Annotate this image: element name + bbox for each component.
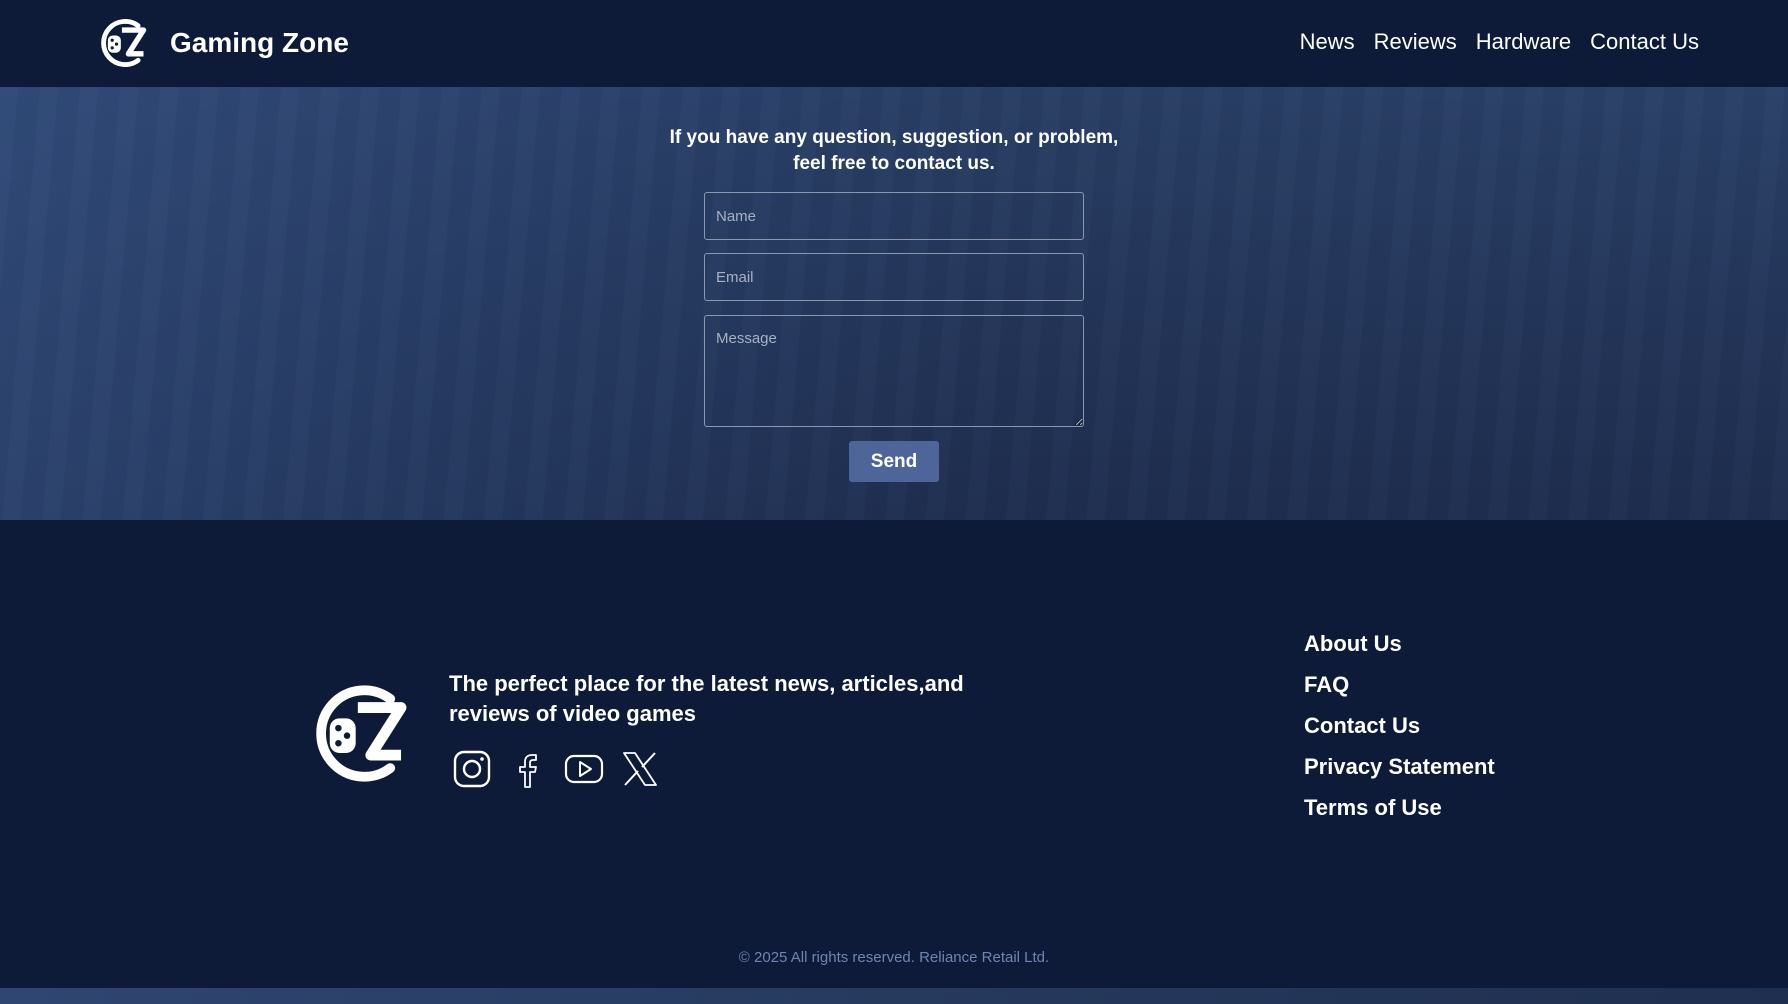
- contact-section: If you have any question, suggestion, or…: [0, 87, 1788, 520]
- email-input[interactable]: [704, 253, 1084, 301]
- footer-link-about-us[interactable]: About Us: [1304, 630, 1495, 658]
- brand-name: Gaming Zone: [170, 27, 349, 58]
- tagline-line-2: reviews of video games: [449, 701, 696, 726]
- site-header: Gaming Zone News Reviews Hardware Contac…: [0, 0, 1788, 87]
- facebook-icon: [519, 754, 537, 788]
- message-textarea[interactable]: [704, 315, 1084, 427]
- brand[interactable]: Gaming Zone: [96, 16, 349, 70]
- gz-gamepad-logo-icon: [316, 685, 407, 782]
- footer-link-privacy-statement[interactable]: Privacy Statement: [1304, 753, 1495, 781]
- nav-hardware[interactable]: Hardware: [1476, 29, 1571, 55]
- facebook-link[interactable]: [508, 749, 548, 789]
- contact-intro: If you have any question, suggestion, or…: [0, 125, 1788, 177]
- social-links: [452, 749, 660, 789]
- nav-news[interactable]: News: [1300, 29, 1355, 55]
- send-button[interactable]: Send: [849, 441, 939, 482]
- nav-reviews[interactable]: Reviews: [1374, 29, 1457, 55]
- footer-link-contact-us[interactable]: Contact Us: [1304, 712, 1495, 740]
- nav-contact-us[interactable]: Contact Us: [1590, 29, 1699, 55]
- youtube-icon: [564, 754, 604, 784]
- footer-tagline: The perfect place for the latest news, a…: [449, 669, 1009, 729]
- youtube-link[interactable]: [564, 749, 604, 789]
- site-footer: The perfect place for the latest news, a…: [0, 520, 1788, 988]
- name-input[interactable]: [704, 192, 1084, 240]
- contact-intro-line-1: If you have any question, suggestion, or…: [669, 127, 1119, 148]
- footer-links: About Us FAQ Contact Us Privacy Statemen…: [1304, 630, 1495, 822]
- x-icon: [623, 752, 657, 786]
- main-nav: News Reviews Hardware Contact Us: [1300, 29, 1699, 55]
- instagram-link[interactable]: [452, 749, 492, 789]
- x-link[interactable]: [620, 749, 660, 789]
- footer-link-terms-of-use[interactable]: Terms of Use: [1304, 794, 1495, 822]
- copyright: © 2025 All rights reserved. Reliance Ret…: [738, 949, 1050, 966]
- instagram-icon: [453, 750, 491, 788]
- bottom-bar: [0, 988, 1788, 1004]
- contact-intro-line-2: feel free to contact us.: [793, 153, 995, 174]
- footer-link-faq[interactable]: FAQ: [1304, 671, 1495, 699]
- gz-gamepad-logo-icon: [101, 19, 147, 67]
- tagline-line-1: The perfect place for the latest news, a…: [449, 671, 964, 696]
